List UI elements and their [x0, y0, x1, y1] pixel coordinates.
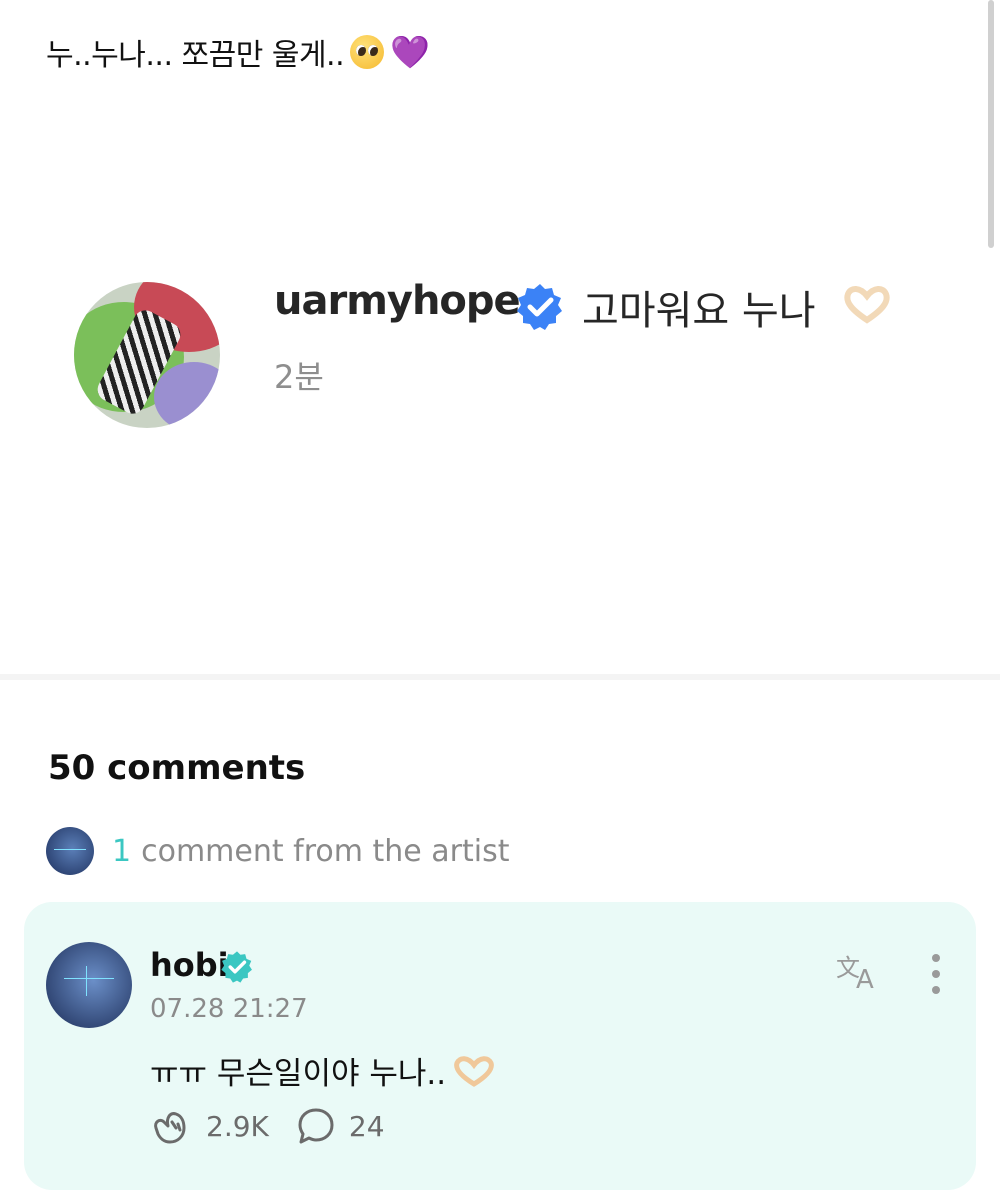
- avatar: [46, 827, 94, 875]
- reply-icon[interactable]: [297, 1107, 335, 1145]
- comments-count: 50 comments: [48, 748, 306, 788]
- embed-username: uarmyhope: [274, 278, 521, 324]
- comment-timestamp: 07.28 21:27: [150, 994, 308, 1024]
- comment-text-row: ㅠㅠ 무슨일이야 누나..: [150, 1048, 496, 1093]
- purple-heart-icon: 💜: [390, 33, 430, 71]
- avatar[interactable]: [46, 942, 132, 1028]
- embedded-screenshot: uarmyhope 고마워요 누나 2분: [70, 276, 950, 436]
- artist-comments-filter[interactable]: 1 comment from the artist: [46, 826, 510, 876]
- artist-comment-count: 1: [112, 833, 132, 869]
- verified-badge-icon: [517, 284, 562, 330]
- more-options-icon[interactable]: [924, 952, 948, 996]
- like-count: 2.9K: [206, 1109, 269, 1143]
- verified-badge-icon: [221, 951, 252, 983]
- embed-time: 2분: [274, 358, 324, 396]
- heart-hands-icon: [454, 1055, 494, 1087]
- avatar: [74, 282, 220, 428]
- comment-text: ㅠㅠ 무슨일이야 누나..: [150, 1056, 447, 1092]
- section-divider: [0, 674, 1000, 680]
- scrollbar[interactable]: [988, 0, 994, 248]
- translate-icon[interactable]: 文 A: [834, 952, 884, 992]
- heart-hands-icon: [844, 286, 890, 324]
- comment-author[interactable]: hobi: [150, 946, 229, 984]
- post-text-row: 누..누나... 쪼끔만 울게.. 💜: [46, 30, 430, 74]
- comment-actions: 2.9K 24: [150, 1106, 385, 1146]
- like-icon[interactable]: [150, 1106, 194, 1146]
- embed-reply-text: 고마워요 누나: [582, 288, 816, 334]
- artist-comment-label: comment from the artist: [141, 833, 510, 869]
- post-text: 누..누나... 쪼끔만 울게..: [46, 38, 345, 73]
- pleading-face-icon: [350, 35, 385, 69]
- artist-comment-card: hobi 07.28 21:27 ㅠㅠ 무슨일이야 누나.. 文 A 2.9K …: [24, 902, 976, 1190]
- reply-count: 24: [348, 1109, 385, 1143]
- svg-text:A: A: [856, 965, 874, 992]
